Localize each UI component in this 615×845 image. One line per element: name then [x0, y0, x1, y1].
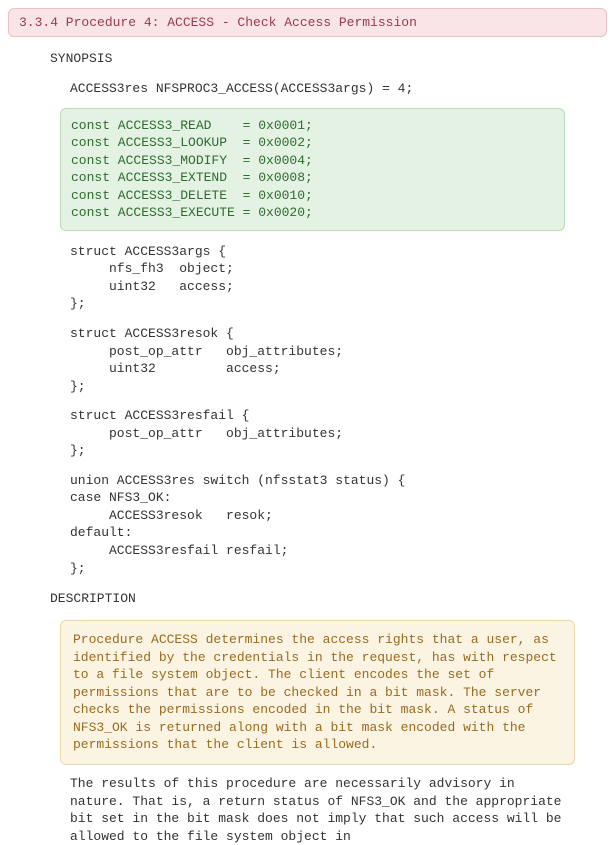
section-header: 3.3.4 Procedure 4: ACCESS - Check Access… [8, 8, 607, 37]
description-highlight: Procedure ACCESS determines the access r… [60, 620, 575, 765]
function-signature: ACCESS3res NFSPROC3_ACCESS(ACCESS3args) … [70, 80, 615, 98]
union-access3res: union ACCESS3res switch (nfsstat3 status… [70, 472, 615, 577]
constants-block: const ACCESS3_READ = 0x0001; const ACCES… [60, 108, 565, 231]
struct-access3resok: struct ACCESS3resok { post_op_attr obj_a… [70, 325, 615, 395]
struct-access3resfail: struct ACCESS3resfail { post_op_attr obj… [70, 407, 615, 460]
description-heading: DESCRIPTION [50, 591, 615, 606]
description-paragraph: The results of this procedure are necess… [70, 775, 575, 845]
synopsis-heading: SYNOPSIS [50, 51, 615, 66]
struct-access3args: struct ACCESS3args { nfs_fh3 object; uin… [70, 243, 615, 313]
